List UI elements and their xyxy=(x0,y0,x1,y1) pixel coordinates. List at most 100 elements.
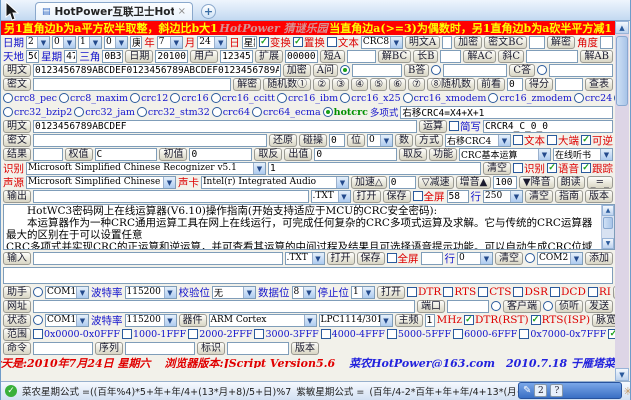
sector-6-checkbox[interactable]: 6000-6FFF xyxy=(453,329,517,340)
bit-button[interactable]: 位 xyxy=(347,133,365,147)
input-ext-select[interactable]: .TXT ▼ xyxy=(284,251,325,265)
input-button[interactable]: 输入 xyxy=(3,251,31,265)
hands-icon[interactable]: ✳ xyxy=(623,385,630,398)
question-a-button[interactable]: A问 xyxy=(312,63,338,77)
hypotenuse-c-input[interactable] xyxy=(526,49,579,63)
radio-icon[interactable] xyxy=(543,301,553,311)
year-digit-4-select[interactable]: 0 ▼ xyxy=(104,35,128,49)
count-button[interactable]: 数 xyxy=(395,133,413,147)
new-tab-button[interactable]: + xyxy=(201,4,216,19)
chevron-down-icon[interactable]: ▼ xyxy=(243,286,255,298)
listen-select[interactable]: 在线听书 ▼ xyxy=(553,147,613,161)
extend-input[interactable] xyxy=(284,49,318,63)
transform-checkbox[interactable]: ✓ 变换 xyxy=(258,35,291,49)
checkbox-icon[interactable] xyxy=(188,329,199,339)
angle-input[interactable] xyxy=(600,35,614,49)
buffer-input[interactable] xyxy=(3,266,613,284)
radio-icon[interactable] xyxy=(33,315,43,325)
save-input-button[interactable]: 保存 xyxy=(356,251,385,265)
decrypt-button[interactable]: 解密 xyxy=(547,35,576,49)
hotcrc-radio[interactable]: hotcrc xyxy=(322,107,368,118)
status-com-select[interactable]: COM1 ▼ xyxy=(45,313,89,327)
chevron-down-icon[interactable]: ▼ xyxy=(163,176,175,188)
sequence-input[interactable] xyxy=(125,341,195,355)
checkbox-icon[interactable]: ✓ xyxy=(581,163,591,173)
voice-checkbox[interactable]: ✓ 语音 xyxy=(547,161,579,175)
extend-button[interactable]: 扩展 xyxy=(254,49,283,63)
cts-checkbox[interactable]: CTS xyxy=(478,286,511,298)
widget-button-2[interactable]: 2 xyxy=(534,384,548,397)
solve-bc-button[interactable]: 解BC xyxy=(377,49,412,63)
firmware-version-button[interactable]: 版本 xyxy=(291,341,319,355)
sound-card-select[interactable]: Intel(r) Integrated Audio ▼ xyxy=(201,175,349,189)
user-input[interactable] xyxy=(220,49,253,63)
random-4-button[interactable]: ④ xyxy=(351,77,369,91)
open-button[interactable]: 打开 xyxy=(352,189,381,203)
checkbox-icon[interactable] xyxy=(407,287,417,297)
crc24-radio[interactable]: crc24 xyxy=(573,93,612,104)
scroll-up-icon[interactable]: ▲ xyxy=(615,21,629,34)
status-com-radio[interactable] xyxy=(33,315,43,325)
crc16-radio[interactable]: crc16 xyxy=(170,93,209,104)
send-net-button[interactable]: 发送 xyxy=(585,299,613,313)
date-value-input[interactable] xyxy=(155,49,189,63)
random-7-button[interactable]: ⑦ xyxy=(408,77,425,91)
assistant-com-select[interactable]: COM1 ▼ xyxy=(45,285,89,299)
crc16-ibm-radio[interactable]: crc16_ibm xyxy=(276,93,338,104)
chevron-down-icon[interactable]: ▼ xyxy=(63,36,75,48)
look-ahead-input[interactable] xyxy=(507,77,523,91)
invert-out-button[interactable]: 取反 xyxy=(399,147,427,161)
listen-radio[interactable] xyxy=(543,301,553,311)
bit-op-input[interactable] xyxy=(329,133,345,147)
all-sectors-checkbox[interactable]: ✓全部扇区 xyxy=(608,327,615,341)
shorthand-checkbox[interactable]: 简写 xyxy=(449,119,481,133)
crc64-ecma-radio[interactable]: crc64_ecma xyxy=(252,107,321,118)
voice-source-select[interactable]: Microsoft Simplified Chinese ▼ xyxy=(26,175,176,189)
assistant-com-radio[interactable] xyxy=(33,287,43,297)
radio-icon[interactable] xyxy=(211,107,222,117)
floating-widget[interactable]: ✎ 2 ? xyxy=(518,382,622,399)
radio-icon[interactable] xyxy=(33,287,43,297)
random-2-button[interactable]: ② xyxy=(313,77,331,91)
scroll-down-icon[interactable]: ▼ xyxy=(615,368,629,381)
fullscreen-checkbox[interactable]: 全屏 xyxy=(412,189,445,203)
device-select[interactable]: ARM Cortex ▼ xyxy=(208,313,317,327)
radio-icon[interactable] xyxy=(339,65,350,75)
radio-icon[interactable] xyxy=(402,93,413,103)
save-button[interactable]: 保存 xyxy=(382,189,411,203)
question-a-radio[interactable] xyxy=(339,65,350,75)
input-field[interactable] xyxy=(33,251,283,265)
checkbox-icon[interactable] xyxy=(550,287,561,297)
chevron-down-icon[interactable]: ▼ xyxy=(76,314,88,326)
read-aloud-button[interactable]: 朗读 xyxy=(556,175,585,189)
checkbox-icon[interactable] xyxy=(443,287,454,297)
weight-button[interactable]: 权值 xyxy=(64,147,93,161)
checkbox-icon[interactable] xyxy=(449,121,459,131)
clear-button[interactable]: 清空 xyxy=(483,161,511,175)
frequency-button[interactable]: 主频 xyxy=(394,313,423,327)
init-value-input[interactable] xyxy=(189,147,253,161)
year-digit-3-select[interactable]: 1 ▼ xyxy=(78,35,102,49)
checkbox-icon[interactable] xyxy=(453,329,464,339)
ri-checkbox[interactable]: RI xyxy=(587,286,611,298)
com-port-select[interactable]: COM2 ▼ xyxy=(537,251,583,265)
chevron-down-icon[interactable]: ▼ xyxy=(37,36,49,48)
browser-tab[interactable]: ▤ HotPower互联卫士Hot... × xyxy=(35,2,193,20)
checkbox-icon[interactable] xyxy=(513,287,524,297)
dsr-checkbox[interactable]: DSR xyxy=(513,286,548,298)
checkbox-icon[interactable]: ✓ xyxy=(530,315,541,325)
radio-icon[interactable] xyxy=(170,93,181,103)
chevron-down-icon[interactable]: ▼ xyxy=(380,134,392,146)
ciphertext-button[interactable]: 密文 xyxy=(3,77,31,91)
open-input-button[interactable]: 打开 xyxy=(326,251,355,265)
sector-4-checkbox[interactable]: 4000-4FFF xyxy=(320,329,385,340)
dtr-rst-checkbox[interactable]: ✓ DTR(RST) xyxy=(463,314,529,326)
chevron-down-icon[interactable]: ▼ xyxy=(600,148,612,160)
add-button[interactable]: 添加 xyxy=(585,251,613,265)
id-input[interactable] xyxy=(227,341,289,355)
random-6-button[interactable]: ⑥ xyxy=(389,77,407,91)
chevron-down-icon[interactable]: ▼ xyxy=(337,190,350,202)
checkbox-icon[interactable] xyxy=(519,329,530,339)
chevron-down-icon[interactable]: ▼ xyxy=(163,314,176,326)
radio-icon[interactable] xyxy=(573,93,584,103)
